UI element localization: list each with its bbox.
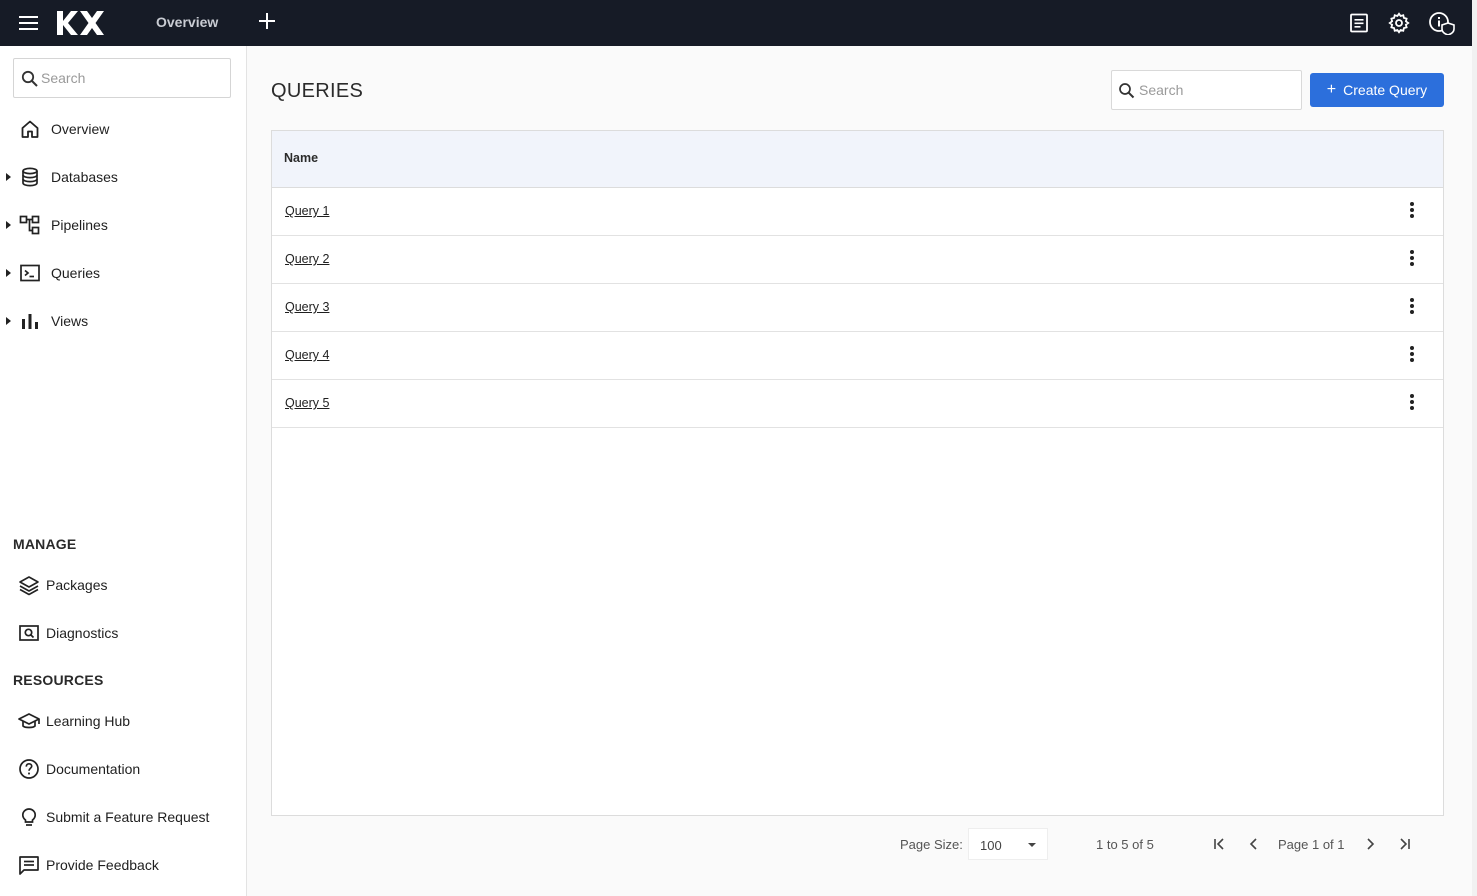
- sidebar-item-views[interactable]: Views: [0, 299, 246, 343]
- more-vert-icon[interactable]: [1400, 250, 1424, 270]
- create-query-label: Create Query: [1343, 82, 1428, 98]
- page-info: Page 1 of 1: [1278, 837, 1345, 852]
- lightbulb-icon: [21, 808, 37, 826]
- sidebar-item-feature-request[interactable]: Submit a Feature Request: [0, 797, 246, 837]
- more-vert-icon[interactable]: [1400, 298, 1424, 318]
- sidebar-item-label: Overview: [51, 121, 110, 137]
- queries-search-input[interactable]: [1139, 72, 1297, 108]
- sidebar-item-label: Views: [51, 313, 89, 329]
- page-size-select[interactable]: 100: [968, 828, 1048, 860]
- column-header-name[interactable]: Name: [284, 151, 318, 165]
- kx-logo[interactable]: KX: [56, 10, 106, 36]
- sidebar: Overview Databases Pipelines: [0, 46, 247, 896]
- tab-overview[interactable]: Overview: [156, 14, 218, 30]
- sidebar-item-label: Submit a Feature Request: [46, 809, 210, 825]
- table-row: Query 5: [272, 380, 1443, 428]
- sidebar-item-label: Queries: [51, 265, 101, 281]
- plus-icon: +: [1326, 81, 1337, 98]
- page-size-label: Page Size:: [900, 837, 963, 852]
- manage-section-title: MANAGE: [13, 536, 77, 552]
- next-page-icon[interactable]: [1360, 834, 1380, 854]
- page-size-value: 100: [980, 838, 1002, 853]
- sidebar-item-label: Packages: [46, 577, 108, 593]
- window-scrollbar[interactable]: [1472, 0, 1477, 896]
- school-icon: [18, 713, 40, 729]
- expand-caret-icon[interactable]: [6, 221, 11, 229]
- menu-icon[interactable]: [17, 13, 41, 33]
- resources-section-title: RESOURCES: [13, 672, 104, 688]
- feedback-icon: [19, 856, 39, 875]
- main-content: QUERIES + Create Query Name Query 1 Quer…: [247, 46, 1472, 896]
- query-link[interactable]: Query 5: [285, 396, 329, 410]
- sidebar-search-input[interactable]: [41, 60, 226, 96]
- table-row: Query 2: [272, 236, 1443, 284]
- sidebar-item-label: Provide Feedback: [46, 857, 159, 873]
- first-page-icon[interactable]: [1210, 834, 1230, 854]
- diagnostics-icon: [19, 625, 39, 641]
- sidebar-item-label: Diagnostics: [46, 625, 119, 641]
- pipeline-icon: [19, 215, 40, 235]
- expand-caret-icon[interactable]: [6, 317, 11, 325]
- last-page-icon[interactable]: [1394, 834, 1414, 854]
- query-link[interactable]: Query 4: [285, 348, 329, 362]
- more-vert-icon[interactable]: [1400, 346, 1424, 366]
- query-link[interactable]: Query 2: [285, 252, 329, 266]
- sidebar-item-pipelines[interactable]: Pipelines: [0, 203, 246, 247]
- info-shield-icon[interactable]: [1428, 11, 1456, 35]
- sidebar-item-feedback[interactable]: Provide Feedback: [0, 845, 246, 885]
- sidebar-item-label: Learning Hub: [46, 713, 131, 729]
- page-title: QUERIES: [271, 80, 364, 102]
- dropdown-arrow-icon: [1028, 843, 1036, 847]
- query-link[interactable]: Query 1: [285, 204, 329, 218]
- home-icon: [21, 120, 39, 138]
- search-icon: [1119, 83, 1135, 99]
- create-query-button[interactable]: + Create Query: [1310, 73, 1444, 107]
- more-vert-icon[interactable]: [1400, 202, 1424, 222]
- table-row: Query 4: [272, 332, 1443, 380]
- expand-caret-icon[interactable]: [6, 173, 11, 181]
- pagination-bar: Page Size: 100 1 to 5 of 5 Page 1 of 1: [247, 826, 1472, 862]
- sidebar-item-documentation[interactable]: Documentation: [0, 749, 246, 789]
- queries-table: Name Query 1 Query 2 Query 3 Query 4 Que…: [271, 130, 1444, 816]
- settings-icon[interactable]: [1387, 11, 1411, 35]
- sidebar-item-learning-hub[interactable]: Learning Hub: [0, 701, 246, 741]
- sidebar-item-overview[interactable]: Overview: [0, 107, 246, 151]
- sidebar-item-label: Databases: [51, 169, 118, 185]
- search-icon: [21, 70, 38, 87]
- notes-icon[interactable]: [1347, 11, 1371, 35]
- layers-icon: [19, 576, 39, 596]
- top-bar: KX Overview: [0, 0, 1472, 46]
- sidebar-item-queries[interactable]: Queries: [0, 251, 246, 295]
- table-row: Query 1: [272, 188, 1443, 236]
- sidebar-item-packages[interactable]: Packages: [0, 565, 246, 605]
- row-range: 1 to 5 of 5: [1096, 837, 1154, 852]
- queries-search[interactable]: [1111, 70, 1302, 110]
- database-icon: [22, 167, 38, 187]
- table-header: Name: [272, 131, 1443, 188]
- sidebar-search[interactable]: [13, 58, 231, 98]
- sidebar-item-label: Documentation: [46, 761, 141, 777]
- help-circle-icon: [19, 759, 39, 779]
- expand-caret-icon[interactable]: [6, 269, 11, 277]
- sidebar-item-label: Pipelines: [51, 217, 108, 233]
- add-icon[interactable]: [257, 11, 277, 31]
- table-row: Query 3: [272, 284, 1443, 332]
- bar-chart-icon: [22, 314, 38, 329]
- sidebar-item-diagnostics[interactable]: Diagnostics: [0, 613, 246, 653]
- more-vert-icon[interactable]: [1400, 394, 1424, 414]
- previous-page-icon[interactable]: [1244, 834, 1264, 854]
- sidebar-item-databases[interactable]: Databases: [0, 155, 246, 199]
- terminal-icon: [20, 264, 40, 282]
- query-link[interactable]: Query 3: [285, 300, 329, 314]
